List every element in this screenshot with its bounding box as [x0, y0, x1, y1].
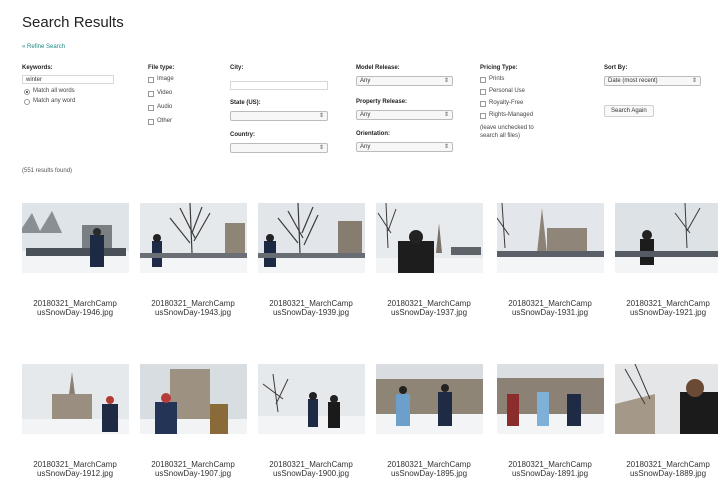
result-caption[interactable]: 20180321_MarchCamp usSnowDay-1946.jpg	[16, 299, 134, 317]
result-thumbnail[interactable]	[497, 203, 604, 273]
match-any-radio[interactable]	[24, 99, 30, 105]
result-caption[interactable]: 20180321_MarchCamp usSnowDay-1937.jpg	[370, 299, 488, 317]
search-results-page: Search Results « Refine Search Keywords:…	[0, 0, 718, 494]
pricing-rights-label: Rights-Managed	[489, 112, 534, 118]
result-caption[interactable]: 20180321_MarchCamp usSnowDay-1889.jpg	[609, 460, 718, 478]
state-label: State (US):	[230, 100, 261, 106]
sort-by-value: Date (most recent)	[608, 78, 658, 84]
sort-by-select[interactable]: Date (most recent) ⇕	[604, 76, 701, 86]
file-type-other-label: Other	[157, 118, 173, 124]
page-title: Search Results	[22, 14, 124, 31]
sort-by-label: Sort By:	[604, 65, 628, 71]
pricing-prints-label: Prints	[489, 76, 505, 82]
pricing-note: (leave unchecked to search all files)	[480, 125, 534, 139]
pricing-type-label: Pricing Type:	[480, 65, 518, 71]
result-thumbnail[interactable]	[258, 203, 365, 273]
pricing-royalty-label: Royalty-Free	[489, 100, 524, 106]
result-caption[interactable]: 20180321_MarchCamp usSnowDay-1895.jpg	[370, 460, 488, 478]
pricing-personal-label: Personal Use	[489, 88, 526, 94]
keywords-input[interactable]: winter	[22, 75, 114, 84]
model-release-label: Model Release:	[356, 65, 400, 71]
file-type-other-checkbox[interactable]	[148, 119, 154, 125]
orientation-value: Any	[360, 144, 371, 150]
pricing-personal-checkbox[interactable]	[480, 89, 486, 95]
search-again-button[interactable]: Search Again	[604, 105, 654, 117]
file-type-image-label: Image	[157, 76, 174, 82]
pricing-prints-checkbox[interactable]	[480, 77, 486, 83]
result-caption[interactable]: 20180321_MarchCamp usSnowDay-1943.jpg	[134, 299, 252, 317]
select-arrows-icon: ⇕	[691, 78, 697, 84]
result-thumbnail[interactable]	[22, 203, 129, 273]
result-thumbnail[interactable]	[376, 203, 483, 273]
result-caption[interactable]: 20180321_MarchCamp usSnowDay-1891.jpg	[491, 460, 609, 478]
result-caption[interactable]: 20180321_MarchCamp usSnowDay-1931.jpg	[491, 299, 609, 317]
match-all-radio[interactable]	[24, 89, 30, 95]
result-thumbnail[interactable]	[615, 203, 718, 273]
country-label: Country:	[230, 132, 255, 138]
result-thumbnail[interactable]	[140, 203, 247, 273]
result-thumbnail[interactable]	[615, 364, 718, 434]
result-caption[interactable]: 20180321_MarchCamp usSnowDay-1900.jpg	[252, 460, 370, 478]
pricing-royalty-checkbox[interactable]	[480, 101, 486, 107]
country-select[interactable]: ⇕	[230, 143, 328, 153]
result-thumbnail[interactable]	[140, 364, 247, 434]
state-select[interactable]: ⇕	[230, 111, 328, 121]
city-label: City:	[230, 65, 244, 71]
result-caption[interactable]: 20180321_MarchCamp usSnowDay-1907.jpg	[134, 460, 252, 478]
result-thumbnail[interactable]	[258, 364, 365, 434]
select-arrows-icon: ⇕	[318, 145, 324, 151]
select-arrows-icon: ⇕	[318, 113, 324, 119]
property-release-select[interactable]: Any ⇕	[356, 110, 453, 120]
keywords-label: Keywords:	[22, 65, 53, 71]
model-release-select[interactable]: Any ⇕	[356, 76, 453, 86]
model-release-value: Any	[360, 78, 371, 84]
result-thumbnail[interactable]	[497, 364, 604, 434]
match-all-label: Match all words	[33, 88, 75, 94]
results-count: (551 results found)	[22, 168, 73, 174]
file-type-audio-label: Audio	[157, 104, 173, 110]
file-type-audio-checkbox[interactable]	[148, 105, 154, 111]
select-arrows-icon: ⇕	[443, 144, 449, 150]
select-arrows-icon: ⇕	[443, 78, 449, 84]
property-release-label: Property Release:	[356, 99, 408, 105]
refine-search-link[interactable]: « Refine Search	[22, 44, 65, 50]
match-any-label: Match any word	[33, 98, 76, 104]
select-arrows-icon: ⇕	[443, 112, 449, 118]
result-caption[interactable]: 20180321_MarchCamp usSnowDay-1912.jpg	[16, 460, 134, 478]
result-caption[interactable]: 20180321_MarchCamp usSnowDay-1939.jpg	[252, 299, 370, 317]
orientation-select[interactable]: Any ⇕	[356, 142, 453, 152]
file-type-video-label: Video	[157, 90, 173, 96]
pricing-rights-checkbox[interactable]	[480, 113, 486, 119]
city-input[interactable]	[230, 81, 328, 90]
file-type-video-checkbox[interactable]	[148, 91, 154, 97]
property-release-value: Any	[360, 112, 371, 118]
result-thumbnail[interactable]	[376, 364, 483, 434]
result-thumbnail[interactable]	[22, 364, 129, 434]
orientation-label: Orientation:	[356, 131, 390, 137]
file-type-label: File type:	[148, 65, 175, 71]
file-type-image-checkbox[interactable]	[148, 77, 154, 83]
result-caption[interactable]: 20180321_MarchCamp usSnowDay-1921.jpg	[609, 299, 718, 317]
